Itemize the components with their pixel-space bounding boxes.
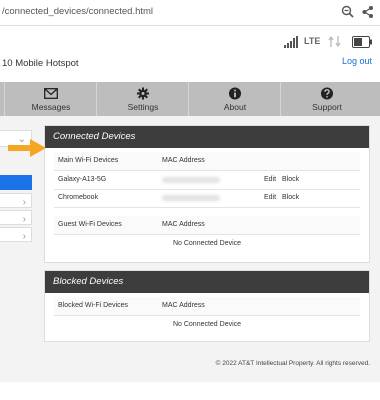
question-icon [320,86,334,100]
chevron-right-icon: › [22,231,26,242]
nav-support[interactable]: Support [280,82,373,116]
sidebar-item[interactable]: › [0,210,32,225]
chevron-right-icon: › [22,197,26,208]
table-header: Blocked Wi-Fi Devices MAC Address [54,297,360,316]
block-button[interactable]: Block [282,176,299,183]
nav-settings[interactable]: Settings [96,82,189,116]
panel-title: Connected Devices [45,126,369,148]
gear-icon [136,86,150,100]
share-icon[interactable] [360,4,376,20]
edit-button[interactable]: Edit [264,194,276,201]
sidebar-item[interactable]: › [0,193,32,208]
zoom-out-icon[interactable] [340,4,356,20]
nav-label: Support [312,101,342,112]
block-button[interactable]: Block [282,194,299,201]
battery-icon [352,36,372,48]
empty-message: No Connected Device [172,321,242,328]
nav-messages[interactable]: Messages [4,82,97,116]
device-name: Galaxy-A13-5G [58,176,107,183]
edit-button[interactable]: Edit [264,176,276,183]
data-arrows-icon [328,35,341,48]
nav-label: About [223,101,247,112]
empty-message: No Connected Device [172,240,242,247]
device-name: Chromebook [58,194,99,201]
bottom-bar [0,382,380,400]
device-name: 10 Mobile Hotspot [2,58,79,69]
browser-url-bar[interactable]: /connected_devices/connected.html [0,0,380,26]
nav-about[interactable]: About [188,82,281,116]
mac-address-redacted [162,195,220,203]
sidebar-item[interactable]: › [0,227,32,242]
col-mac: MAC Address [162,302,205,309]
col-mac: MAC Address [162,157,205,164]
table-header: Guest Wi-Fi Devices MAC Address [54,216,360,235]
header: 10 Mobile Hotspot LTE Log out [0,26,380,82]
panel-title: Blocked Devices [45,271,369,293]
url-text[interactable]: /connected_devices/connected.html [2,6,153,17]
mac-address-redacted [162,177,220,185]
envelope-icon [44,87,58,99]
chevron-right-icon: › [22,214,26,225]
col-mac: MAC Address [162,221,205,228]
nav-label: Messages [31,101,71,112]
blocked-devices-panel: Blocked Devices Blocked Wi-Fi Devices MA… [44,270,370,342]
main-nav: Messages Settings About Support [0,82,380,116]
sidebar-item-active[interactable] [0,175,32,190]
col-device: Main Wi-Fi Devices [58,157,119,164]
info-icon [228,86,242,100]
col-device: Blocked Wi-Fi Devices [58,302,129,309]
col-device: Guest Wi-Fi Devices [58,221,122,228]
annotation-arrow-icon [8,139,46,157]
logout-link[interactable]: Log out [342,56,372,66]
copyright: © 2022 AT&T Intellectual Property. All r… [215,360,370,367]
connected-devices-panel: Connected Devices Main Wi-Fi Devices MAC… [44,125,370,263]
table-row: Galaxy-A13-5G Edit Block [54,171,360,190]
signal-bars-icon [284,36,298,48]
table-row: Chromebook Edit Block [54,189,360,208]
nav-label: Settings [127,101,159,112]
table-header: Main Wi-Fi Devices MAC Address [54,152,360,171]
network-type: LTE [304,36,321,46]
